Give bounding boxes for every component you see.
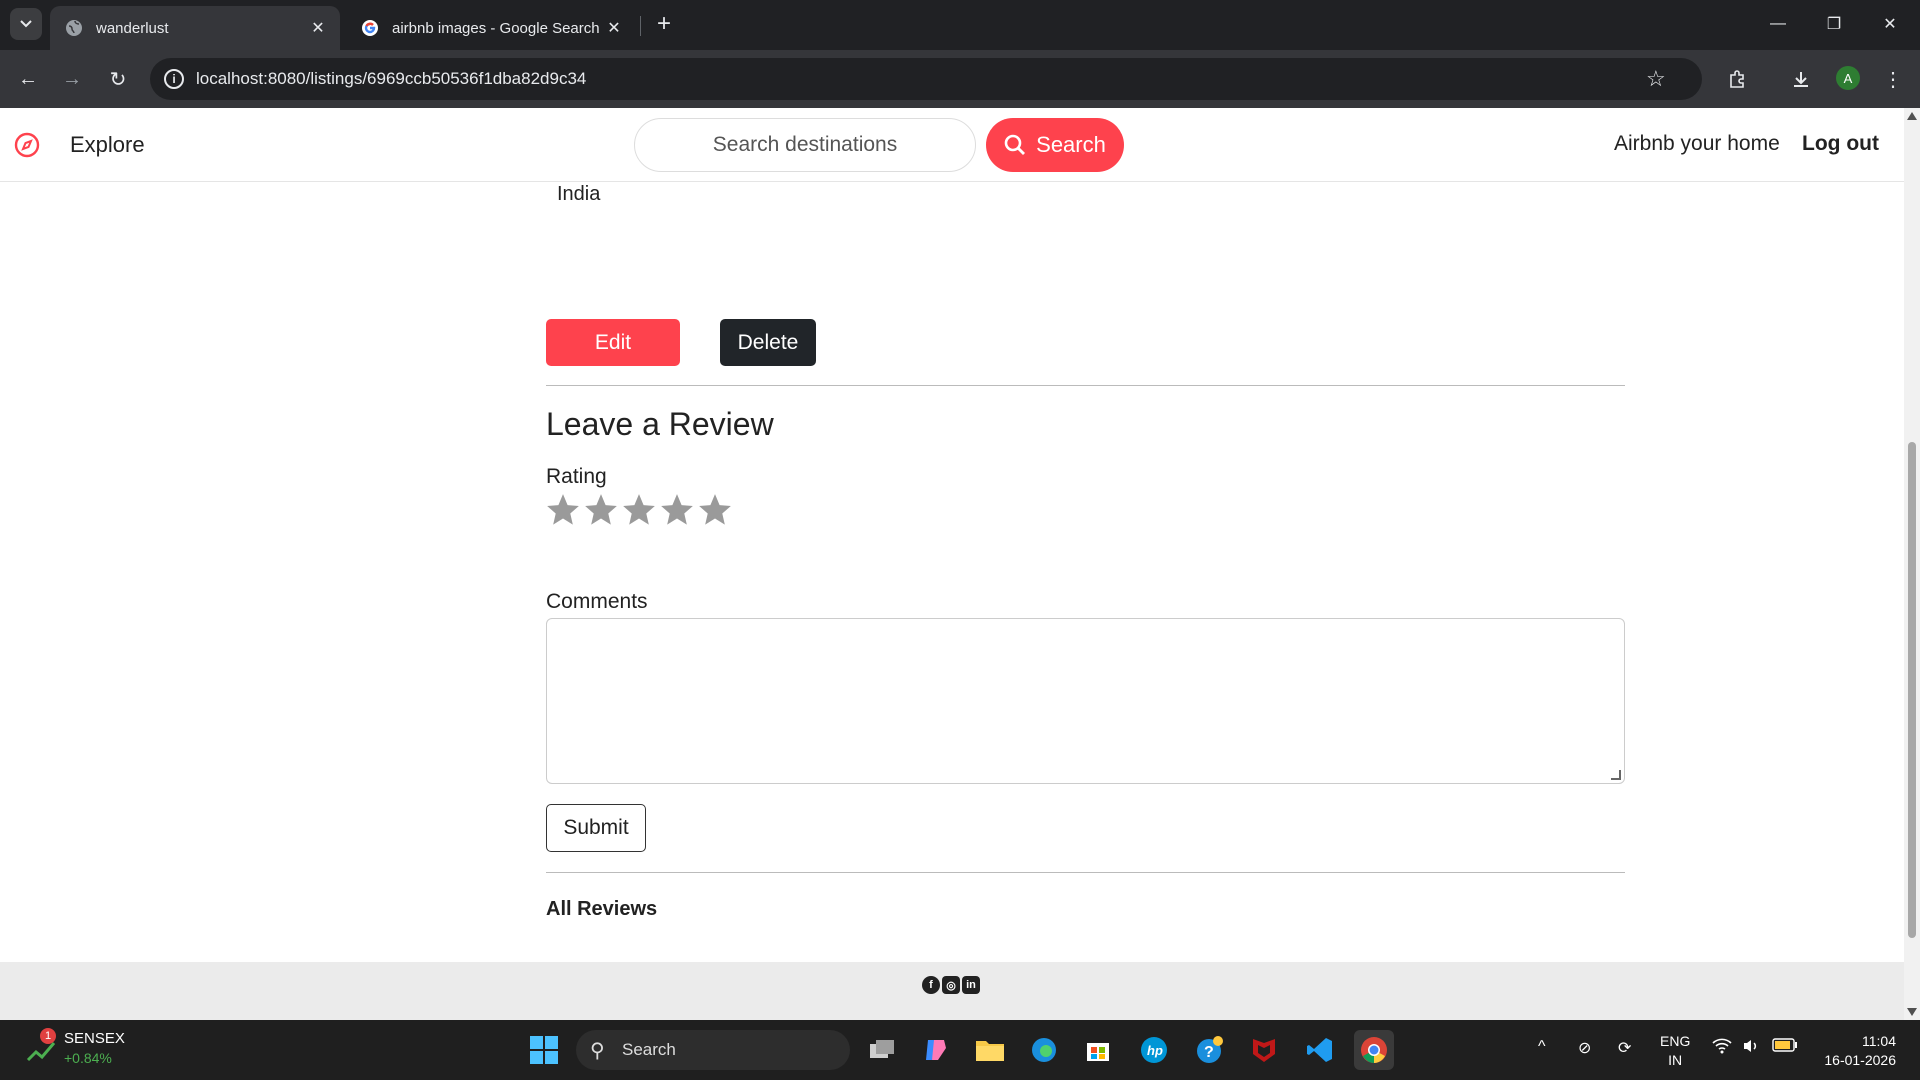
explore-link[interactable]: Explore (70, 132, 145, 158)
page-viewport: Explore Search destinations Search Airbn… (0, 108, 1904, 1020)
close-window-button[interactable]: ✕ (1870, 6, 1910, 42)
widget-value[interactable]: +0.84% (64, 1050, 112, 1066)
wifi-icon[interactable] (1712, 1038, 1732, 1059)
social-links: f ◎ in (922, 976, 980, 994)
globe-icon (64, 18, 84, 38)
taskbar-search-label: Search (622, 1040, 676, 1059)
notification-badge: 1 (40, 1028, 56, 1044)
mcafee-icon[interactable] (1244, 1030, 1284, 1070)
more-menu-icon[interactable]: ⋮ (1878, 64, 1908, 94)
tab-title: wanderlust (96, 19, 169, 37)
volume-icon[interactable] (1742, 1038, 1760, 1059)
airbnb-your-home-link[interactable]: Airbnb your home (1614, 132, 1780, 156)
tab-wanderlust[interactable]: wanderlust ✕ (50, 6, 340, 50)
search-button[interactable]: Search (986, 118, 1124, 172)
clock-date: 16-01-2026 (1824, 1052, 1896, 1068)
site-navbar: Explore Search destinations Search Airbn… (0, 108, 1904, 182)
star-icon[interactable] (544, 491, 582, 529)
rating-label: Rating (546, 465, 607, 488)
lang-line1: ENG (1660, 1033, 1691, 1049)
scroll-thumb[interactable] (1908, 442, 1916, 938)
task-view-icon[interactable] (862, 1030, 902, 1070)
chevron-down-icon (20, 20, 32, 28)
hp-icon[interactable]: hp (1134, 1030, 1174, 1070)
reload-icon[interactable]: ↻ (102, 63, 134, 95)
divider (546, 872, 1625, 873)
store-icon[interactable] (1078, 1030, 1118, 1070)
edge-icon[interactable] (1024, 1030, 1064, 1070)
help-icon[interactable]: ? (1190, 1030, 1230, 1070)
browser-tab-bar: wanderlust ✕ airbnb images - Google Sear… (0, 0, 1920, 50)
widget-name[interactable]: SENSEX (64, 1030, 125, 1047)
star-icon[interactable] (696, 491, 734, 529)
restore-button[interactable]: ❐ (1814, 6, 1854, 42)
facebook-icon[interactable]: f (922, 976, 940, 994)
page-scrollbar[interactable] (1904, 108, 1920, 1020)
taskbar-search[interactable]: ⚲ Search (576, 1030, 850, 1070)
show-hidden-icons-icon[interactable]: ^ (1538, 1038, 1546, 1056)
search-input[interactable]: Search destinations (634, 118, 976, 172)
taskbar: 1 SENSEX +0.84% ⚲ Search hp ? ^ ⊘ ⟳ ENG … (0, 1020, 1920, 1080)
svg-text:hp: hp (1147, 1043, 1163, 1058)
system-clock[interactable]: 11:04 16-01-2026 (1816, 1032, 1896, 1070)
back-arrow-icon[interactable]: ← (12, 63, 44, 95)
search-icon: ⚲ (590, 1040, 605, 1062)
linkedin-icon[interactable]: in (962, 976, 980, 994)
logout-link[interactable]: Log out (1802, 132, 1879, 156)
windows-start-icon[interactable] (524, 1030, 564, 1070)
delete-button[interactable]: Delete (720, 319, 816, 366)
address-bar[interactable]: i localhost:8080/listings/6969ccb50536f1… (150, 58, 1702, 100)
svg-text:?: ? (1204, 1044, 1214, 1061)
new-tab-button[interactable]: + (650, 10, 678, 38)
instagram-icon[interactable]: ◎ (942, 976, 960, 994)
language-indicator[interactable]: ENG IN (1660, 1032, 1690, 1070)
tab-title: airbnb images - Google Search (392, 19, 600, 37)
minimize-button[interactable]: — (1758, 6, 1798, 42)
file-explorer-icon[interactable] (970, 1030, 1010, 1070)
lang-line2: IN (1668, 1052, 1683, 1068)
compass-icon[interactable] (14, 132, 40, 158)
sync-icon[interactable]: ⟳ (1618, 1038, 1631, 1058)
close-tab-icon[interactable]: ✕ (602, 16, 626, 40)
cloud-off-icon[interactable]: ⊘ (1578, 1038, 1591, 1058)
submit-button[interactable]: Submit (546, 804, 646, 852)
site-info-icon[interactable]: i (164, 69, 184, 89)
tab-google-search[interactable]: airbnb images - Google Search ✕ (346, 6, 636, 50)
google-icon (360, 18, 380, 38)
star-icon[interactable] (620, 491, 658, 529)
clock-time: 11:04 (1862, 1033, 1896, 1049)
browser-toolbar: ← → ↻ i localhost:8080/listings/6969ccb5… (0, 50, 1920, 108)
chrome-icon[interactable] (1354, 1030, 1394, 1070)
vscode-icon[interactable] (1300, 1030, 1340, 1070)
divider (546, 385, 1625, 386)
forward-arrow-icon[interactable]: → (56, 63, 88, 95)
bookmark-star-icon[interactable]: ☆ (1646, 66, 1684, 104)
profile-avatar[interactable]: A (1836, 66, 1860, 90)
comments-textarea[interactable] (546, 618, 1625, 784)
all-reviews-heading: All Reviews (546, 898, 658, 920)
close-tab-icon[interactable]: ✕ (306, 16, 330, 40)
copilot-icon[interactable] (916, 1030, 956, 1070)
search-icon (1004, 134, 1026, 155)
resize-handle-icon[interactable] (1611, 770, 1621, 780)
star-icon[interactable] (658, 491, 696, 529)
battery-icon[interactable] (1772, 1038, 1798, 1057)
comments-label: Comments (546, 590, 648, 613)
listing-country: India (557, 183, 601, 205)
scroll-up-arrow-icon[interactable] (1907, 112, 1917, 120)
tab-search-button[interactable] (10, 8, 42, 40)
search-button-label: Search (1036, 132, 1106, 157)
tab-separator (640, 16, 641, 36)
edit-button[interactable]: Edit (546, 319, 680, 366)
star-rating[interactable] (544, 491, 734, 529)
url-text[interactable]: localhost:8080/listings/6969ccb50536f1db… (196, 69, 586, 89)
star-icon[interactable] (582, 491, 620, 529)
scroll-down-arrow-icon[interactable] (1907, 1008, 1917, 1016)
download-icon[interactable] (1786, 64, 1816, 94)
review-heading: Leave a Review (546, 406, 774, 442)
extensions-icon[interactable] (1722, 64, 1752, 94)
